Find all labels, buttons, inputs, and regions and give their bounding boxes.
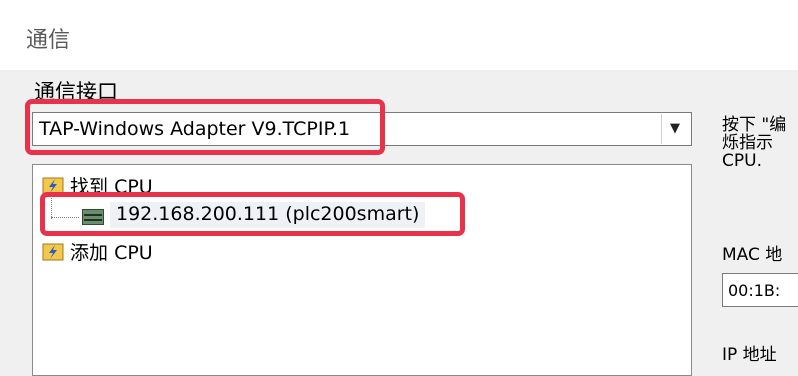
tree-node-label: 添加 CPU <box>70 242 153 264</box>
ip-label: IP 地址 <box>722 345 777 365</box>
mac-label: MAC 地 <box>722 245 783 265</box>
dropdown-button[interactable]: ▼ <box>661 114 690 144</box>
hint-text-line2: 烁指示 <box>722 133 773 153</box>
annotation-highlight-device <box>40 192 465 236</box>
annotation-highlight-adapter <box>25 99 385 155</box>
window-titlebar: 通信 <box>0 0 798 70</box>
left-edge <box>0 70 6 369</box>
tree-node-add-cpu[interactable]: 添加 CPU <box>42 238 153 265</box>
window-title: 通信 <box>26 28 71 53</box>
flash-folder-icon <box>42 243 64 261</box>
hint-text-line1: 按下 "编 <box>722 115 787 135</box>
hint-text-line3: CPU. <box>722 151 762 171</box>
mac-address-field[interactable]: 00:1B: <box>722 273 798 307</box>
mac-address-value: 00:1B: <box>728 281 781 300</box>
chevron-down-icon: ▼ <box>670 121 680 136</box>
